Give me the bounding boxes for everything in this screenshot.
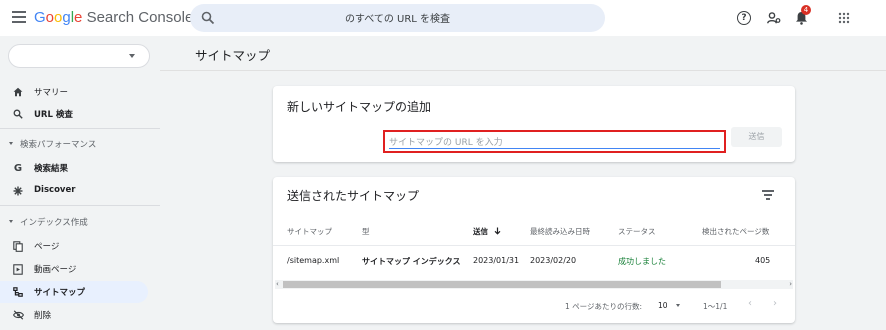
column-header-status[interactable]: ステータス (618, 226, 656, 237)
notifications-button[interactable]: 4 (792, 5, 811, 27)
google-g-icon: G (13, 162, 23, 174)
property-selector[interactable] (8, 44, 150, 68)
sidebar-item-label: サイトマップ (34, 288, 86, 298)
sidebar-item-sitemaps[interactable]: サイトマップ (0, 281, 148, 303)
sidebar-item-label: 削除 (34, 311, 52, 321)
scroll-left-arrow-icon[interactable]: ‹ (276, 280, 279, 289)
top-app-bar: Google Search Console のすべての URL を検査 ? 4 (0, 0, 886, 36)
submitted-sitemaps-card: 送信されたサイトマップ サイトマップ 型 送信 最終読み込み日時 ステータス 検… (273, 177, 795, 323)
chevron-down-icon (129, 54, 135, 58)
url-inspection-search[interactable]: のすべての URL を検査 (190, 4, 605, 32)
sitemap-url-input[interactable]: サイトマップの URL を入力 (383, 130, 726, 153)
manage-users-icon[interactable] (765, 9, 783, 27)
column-header-submitted[interactable]: 送信 (473, 226, 501, 237)
asterisk-icon (12, 185, 24, 197)
submitted-sitemaps-title: 送信されたサイトマップ (287, 189, 420, 203)
rows-per-page-value: 10 (658, 301, 668, 310)
column-header-last-read[interactable]: 最終読み込み日時 (530, 226, 590, 237)
sidebar-item-removals[interactable]: 削除 (0, 304, 148, 326)
home-icon (12, 86, 24, 98)
app-logo[interactable]: Google Search Console (34, 9, 193, 26)
sidebar-item-video-pages[interactable]: 動画ページ (0, 258, 148, 280)
submit-sitemap-button[interactable]: 送信 (731, 127, 782, 147)
input-underline (389, 148, 720, 149)
horizontal-scrollbar[interactable]: ‹ › (275, 280, 793, 289)
chevron-down-icon (675, 304, 680, 307)
sidebar-item-label: ページ (34, 242, 60, 252)
column-header-discovered-pages[interactable]: 検出されたページ数 (702, 226, 769, 237)
sidebar-item-label: サマリー (34, 88, 69, 98)
page-range: 1～1/1 (703, 302, 728, 311)
rows-per-page-label: 1 ページあたりの行数: (565, 302, 643, 311)
brand-google-word: Google (34, 9, 83, 26)
arrow-down-icon (494, 227, 501, 235)
video-page-icon (12, 263, 24, 275)
add-sitemap-title: 新しいサイトマップの追加 (287, 100, 432, 114)
sitemap-icon (12, 286, 24, 298)
apps-dots (838, 12, 850, 24)
scrollbar-thumb[interactable] (283, 281, 721, 288)
add-sitemap-card: 新しいサイトマップの追加 サイトマップの URL を入力 送信 (273, 86, 795, 162)
search-icon (12, 108, 24, 120)
caret-down-icon (9, 142, 13, 145)
pages-icon (12, 240, 24, 252)
visibility-off-icon (12, 309, 24, 321)
next-page-icon[interactable]: › (773, 298, 777, 309)
sitemap-url-placeholder: サイトマップの URL を入力 (389, 138, 503, 148)
search-placeholder: のすべての URL を検査 (344, 14, 451, 25)
table-divider (273, 245, 795, 246)
sidebar-item-label: URL 検査 (34, 110, 73, 120)
section-performance-toggle[interactable]: 検索パフォーマンス (0, 136, 160, 152)
column-header-type[interactable]: 型 (362, 226, 370, 237)
section-index-toggle[interactable]: インデックス作成 (0, 214, 160, 230)
sidebar-item-url-inspection[interactable]: URL 検査 (0, 103, 148, 125)
page-title-divider (160, 70, 886, 71)
cell-submitted: 2023/01/31 (473, 256, 520, 265)
sidebar-item-label: 検索結果 (34, 164, 69, 174)
sidebar-divider (0, 205, 160, 206)
sidebar-item-label: Discover (34, 185, 76, 195)
rows-per-page-select[interactable]: 10 (658, 301, 680, 310)
column-header-sitemap[interactable]: サイトマップ (287, 226, 332, 237)
sidebar-item-discover[interactable]: Discover (0, 180, 148, 202)
cell-last-read: 2023/02/20 (530, 256, 577, 265)
section-label: インデックス作成 (20, 218, 88, 228)
apps-grid-icon[interactable] (835, 9, 853, 27)
notification-count-badge: 4 (801, 5, 811, 15)
filter-icon[interactable] (762, 190, 774, 200)
cell-status: 成功しました (618, 257, 666, 266)
cell-sitemap: /sitemap.xml (287, 256, 340, 265)
sidebar-item-pages[interactable]: ページ (0, 235, 148, 257)
sidebar-divider (0, 128, 160, 129)
sidebar-item-search-results[interactable]: G 検索結果 (0, 157, 148, 179)
section-label: 検索パフォーマンス (20, 140, 97, 150)
sidebar-item-summary[interactable]: サマリー (0, 81, 148, 103)
cell-type: サイトマップ インデックス (362, 257, 461, 266)
sidebar: サマリー URL 検査 検索パフォーマンス G 検索結果 Discover イン… (0, 36, 160, 330)
hamburger-menu-icon[interactable] (12, 11, 26, 23)
column-header-label: 送信 (473, 227, 488, 236)
caret-down-icon (9, 220, 13, 223)
brand-product-name: Search Console (86, 9, 194, 26)
help-icon[interactable]: ? (737, 11, 751, 25)
page-title: サイトマップ (195, 48, 271, 63)
cell-discovered-pages: 405 (755, 256, 771, 265)
sidebar-item-label: 動画ページ (34, 265, 77, 275)
previous-page-icon[interactable]: ‹ (748, 298, 752, 309)
person-settings-icon (767, 12, 781, 24)
scroll-right-arrow-icon[interactable]: › (789, 280, 792, 289)
